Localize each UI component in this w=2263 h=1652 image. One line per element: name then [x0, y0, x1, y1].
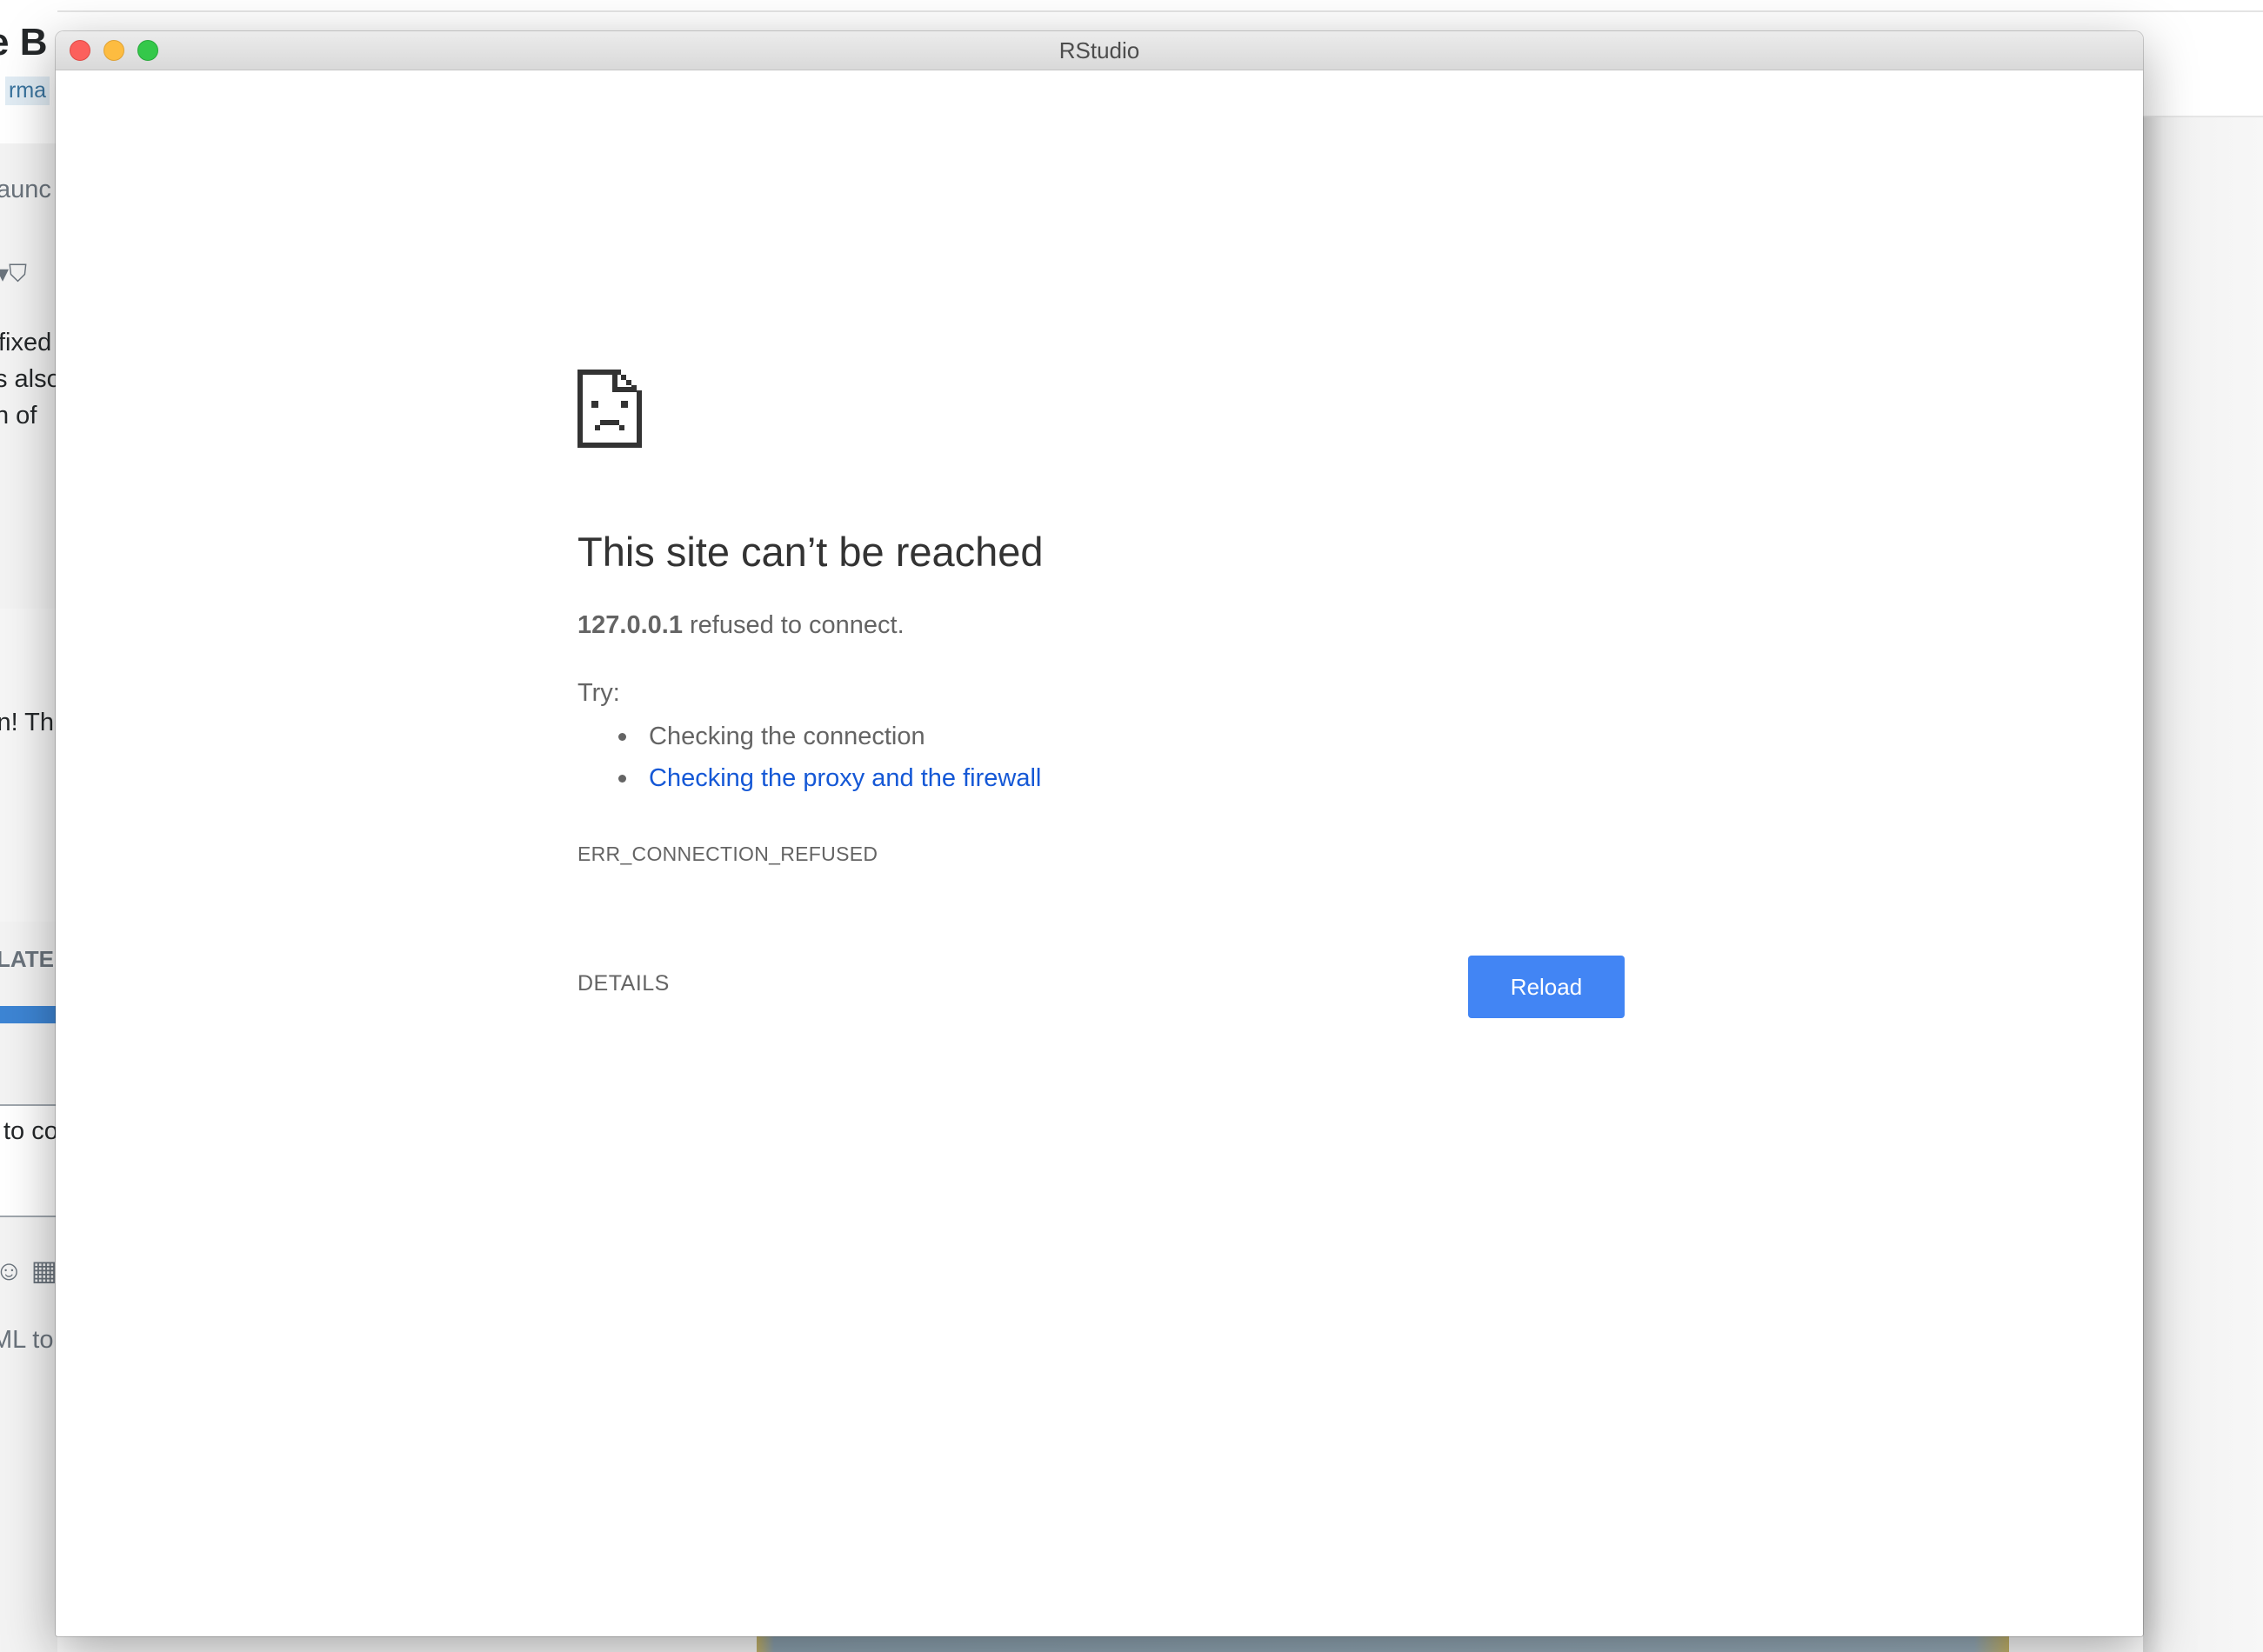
background-blue-bar — [0, 1006, 57, 1023]
background-meta-text: aunc — [0, 176, 51, 203]
background-left-strip: e B rma aunc ▾⛉ fixed s also n of in! Th… — [0, 0, 57, 1652]
reload-button[interactable]: Reload — [1468, 956, 1625, 1018]
suggestion-item: Checking the connection — [577, 721, 1041, 763]
background-footer-text: ML to — [0, 1326, 54, 1354]
background-vote-icons[interactable]: ▾⛉ — [0, 259, 27, 289]
background-divider — [0, 10, 2263, 12]
bullet-icon — [618, 733, 626, 741]
background-right-panel — [2143, 116, 2263, 1652]
sad-page-icon — [577, 370, 642, 448]
background-bottom-strip — [757, 1635, 2009, 1652]
background-paragraph-line: fixed — [0, 329, 52, 356]
background-right-divider — [2122, 116, 2263, 117]
bullet-icon — [618, 775, 626, 783]
details-button[interactable]: DETAILS — [577, 971, 670, 996]
suggestion-text: Checking the connection — [649, 723, 925, 750]
suggestions-list: Checking the connection Checking the pro… — [577, 721, 1041, 804]
background-comment-line: in! Th — [0, 709, 55, 736]
background-body-input[interactable] — [0, 1163, 57, 1217]
error-host: 127.0.0.1 — [577, 611, 683, 639]
background-answer-area — [0, 609, 57, 922]
window-titlebar[interactable]: RStudio — [56, 31, 2143, 70]
error-page: This site can’t be reached 127.0.0.1 ref… — [56, 70, 2143, 1636]
try-label: Try: — [577, 679, 620, 707]
proxy-firewall-link[interactable]: Checking the proxy and the firewall — [649, 764, 1041, 792]
error-code: ERR_CONNECTION_REFUSED — [577, 843, 878, 865]
minimize-window-button[interactable] — [103, 40, 124, 61]
background-paragraph-line: s also — [0, 365, 57, 393]
error-summary: 127.0.0.1 refused to connect. — [577, 611, 905, 640]
window-title: RStudio — [1058, 37, 1140, 63]
error-heading: This site can’t be reached — [577, 529, 1044, 575]
rstudio-window: RStudio This site can’t be reached 127.0… — [56, 31, 2143, 1636]
error-summary-text: refused to connect. — [682, 611, 905, 639]
background-related-heading: LATE — [0, 946, 54, 972]
background-tag[interactable]: rma — [5, 77, 50, 105]
background-paragraph-line: n of — [0, 402, 37, 430]
maximize-window-button[interactable] — [137, 40, 158, 61]
background-editor-icons[interactable]: ☺ ▦ — [0, 1254, 57, 1287]
background-question-title[interactable]: e B — [0, 21, 47, 64]
close-window-button[interactable] — [70, 40, 90, 61]
suggestion-item: Checking the proxy and the firewall — [577, 763, 1041, 804]
background-input-text: to co — [3, 1117, 57, 1145]
